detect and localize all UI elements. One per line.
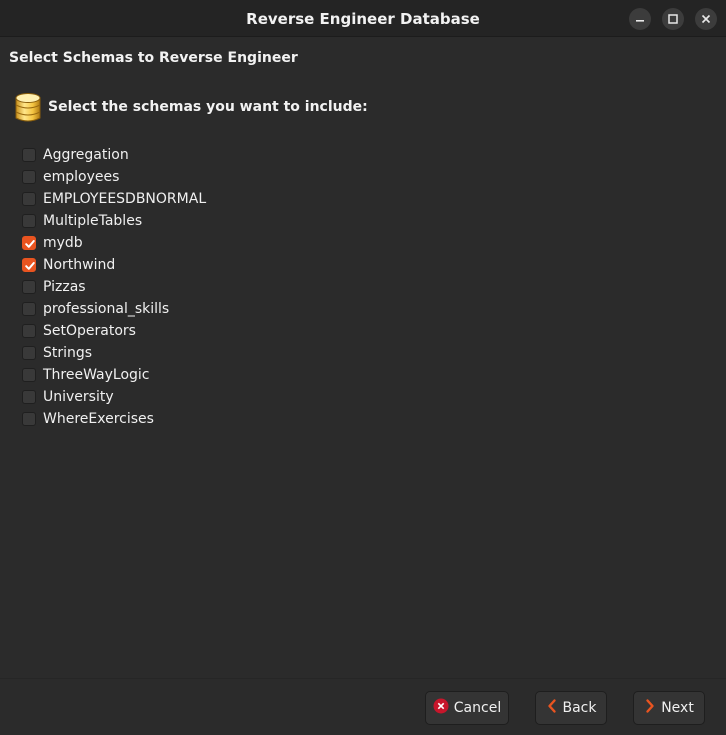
schema-option[interactable]: MultipleTables xyxy=(22,210,206,232)
page-title: Select Schemas to Reverse Engineer xyxy=(9,50,298,66)
schema-label[interactable]: Northwind xyxy=(43,257,115,273)
schema-option[interactable]: EMPLOYEESDBNORMAL xyxy=(22,188,206,210)
schema-checkbox[interactable] xyxy=(22,258,36,272)
minimize-button[interactable] xyxy=(629,8,651,30)
schema-label[interactable]: Pizzas xyxy=(43,279,86,295)
next-button-label: Next xyxy=(661,700,694,716)
schema-option[interactable]: Pizzas xyxy=(22,276,206,298)
schemas-instruction: Select the schemas you want to include: xyxy=(48,99,368,115)
schema-checkbox[interactable] xyxy=(22,214,36,228)
back-button[interactable]: Back xyxy=(535,691,607,725)
schema-list: Aggregation employees EMPLOYEESDBNORMAL Mul… xyxy=(22,144,206,430)
next-button[interactable]: Next xyxy=(633,691,705,725)
chevron-right-icon xyxy=(644,698,656,718)
schema-checkbox[interactable] xyxy=(22,236,36,250)
schema-option[interactable]: Aggregation xyxy=(22,144,206,166)
maximize-icon xyxy=(668,14,678,24)
schema-option[interactable]: Northwind xyxy=(22,254,206,276)
close-button[interactable] xyxy=(695,8,717,30)
schema-option[interactable]: Strings xyxy=(22,342,206,364)
back-button-label: Back xyxy=(562,700,597,716)
database-icon xyxy=(15,93,41,122)
schema-checkbox[interactable] xyxy=(22,324,36,338)
close-icon xyxy=(701,14,711,24)
cancel-button[interactable]: Cancel xyxy=(425,691,509,725)
schema-option[interactable]: ThreeWayLogic xyxy=(22,364,206,386)
footer-divider xyxy=(0,678,726,679)
schema-checkbox[interactable] xyxy=(22,368,36,382)
title-bar[interactable]: Reverse Engineer Database xyxy=(0,0,726,37)
schema-label[interactable]: Strings xyxy=(43,345,92,361)
schema-label[interactable]: WhereExercises xyxy=(43,411,154,427)
schema-option[interactable]: WhereExercises xyxy=(22,408,206,430)
schema-label[interactable]: professional_skills xyxy=(43,301,169,317)
schema-label[interactable]: Aggregation xyxy=(43,147,129,163)
schema-label[interactable]: EMPLOYEESDBNORMAL xyxy=(43,191,206,207)
schema-label[interactable]: ThreeWayLogic xyxy=(43,367,150,383)
schema-option[interactable]: employees xyxy=(22,166,206,188)
schema-checkbox[interactable] xyxy=(22,412,36,426)
cancel-button-label: Cancel xyxy=(453,700,502,716)
schema-checkbox[interactable] xyxy=(22,390,36,404)
schema-checkbox[interactable] xyxy=(22,192,36,206)
schema-checkbox[interactable] xyxy=(22,280,36,294)
schema-label[interactable]: mydb xyxy=(43,235,83,251)
schema-checkbox[interactable] xyxy=(22,148,36,162)
schema-option[interactable]: University xyxy=(22,386,206,408)
schema-option[interactable]: professional_skills xyxy=(22,298,206,320)
schema-label[interactable]: University xyxy=(43,389,114,405)
checkmark-icon xyxy=(25,262,35,270)
schema-option[interactable]: SetOperators xyxy=(22,320,206,342)
reverse-engineer-dialog: Reverse Engineer Database Select Schemas… xyxy=(0,0,726,735)
schema-option[interactable]: mydb xyxy=(22,232,206,254)
window-title: Reverse Engineer Database xyxy=(246,10,480,28)
schema-label[interactable]: MultipleTables xyxy=(43,213,142,229)
schema-label[interactable]: SetOperators xyxy=(43,323,136,339)
cancel-icon xyxy=(433,698,449,718)
maximize-button[interactable] xyxy=(662,8,684,30)
minimize-icon xyxy=(636,20,644,22)
schema-label[interactable]: employees xyxy=(43,169,119,185)
checkmark-icon xyxy=(25,240,35,248)
schema-checkbox[interactable] xyxy=(22,302,36,316)
chevron-left-icon xyxy=(546,698,558,718)
schema-checkbox[interactable] xyxy=(22,346,36,360)
schema-checkbox[interactable] xyxy=(22,170,36,184)
